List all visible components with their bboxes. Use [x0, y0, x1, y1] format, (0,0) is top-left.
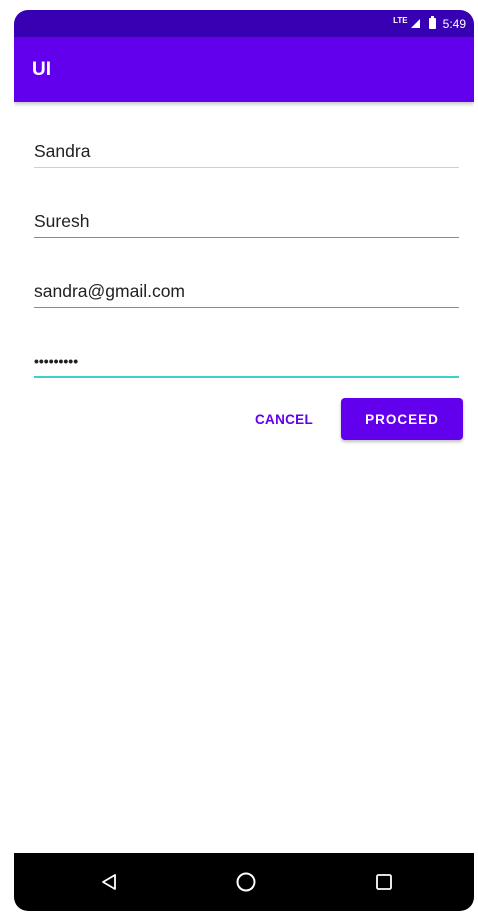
phone-screen: LTE 5:49 UI CANCEL PROCEED [14, 10, 474, 911]
back-button[interactable] [74, 853, 144, 911]
first-name-input[interactable] [34, 128, 459, 168]
cancel-button[interactable]: CANCEL [242, 398, 326, 440]
clock: 5:49 [442, 16, 466, 31]
email-field [34, 268, 459, 308]
password-input[interactable] [34, 338, 459, 378]
battery-icon [428, 16, 436, 29]
navigation-bar [14, 853, 474, 911]
app-bar: UI [14, 37, 474, 102]
recents-button[interactable] [349, 853, 419, 911]
form-actions: CANCEL PROCEED [14, 398, 474, 440]
last-name-field [34, 198, 459, 238]
status-bar: LTE 5:49 [14, 10, 474, 37]
last-name-underline [34, 237, 459, 238]
email-underline [34, 307, 459, 308]
last-name-input[interactable] [34, 198, 459, 238]
back-triangle-icon [102, 874, 116, 890]
proceed-button[interactable]: PROCEED [341, 398, 463, 440]
first-name-underline [34, 167, 459, 168]
app-title: UI [32, 58, 51, 80]
home-button[interactable] [211, 853, 281, 911]
home-circle-icon [236, 872, 256, 892]
first-name-field [34, 128, 459, 168]
network-type-label: LTE [393, 16, 408, 25]
password-underline-focused [34, 376, 459, 378]
password-field [34, 338, 459, 378]
signal-icon [410, 19, 420, 28]
recents-square-icon [376, 874, 392, 890]
email-input[interactable] [34, 268, 459, 308]
